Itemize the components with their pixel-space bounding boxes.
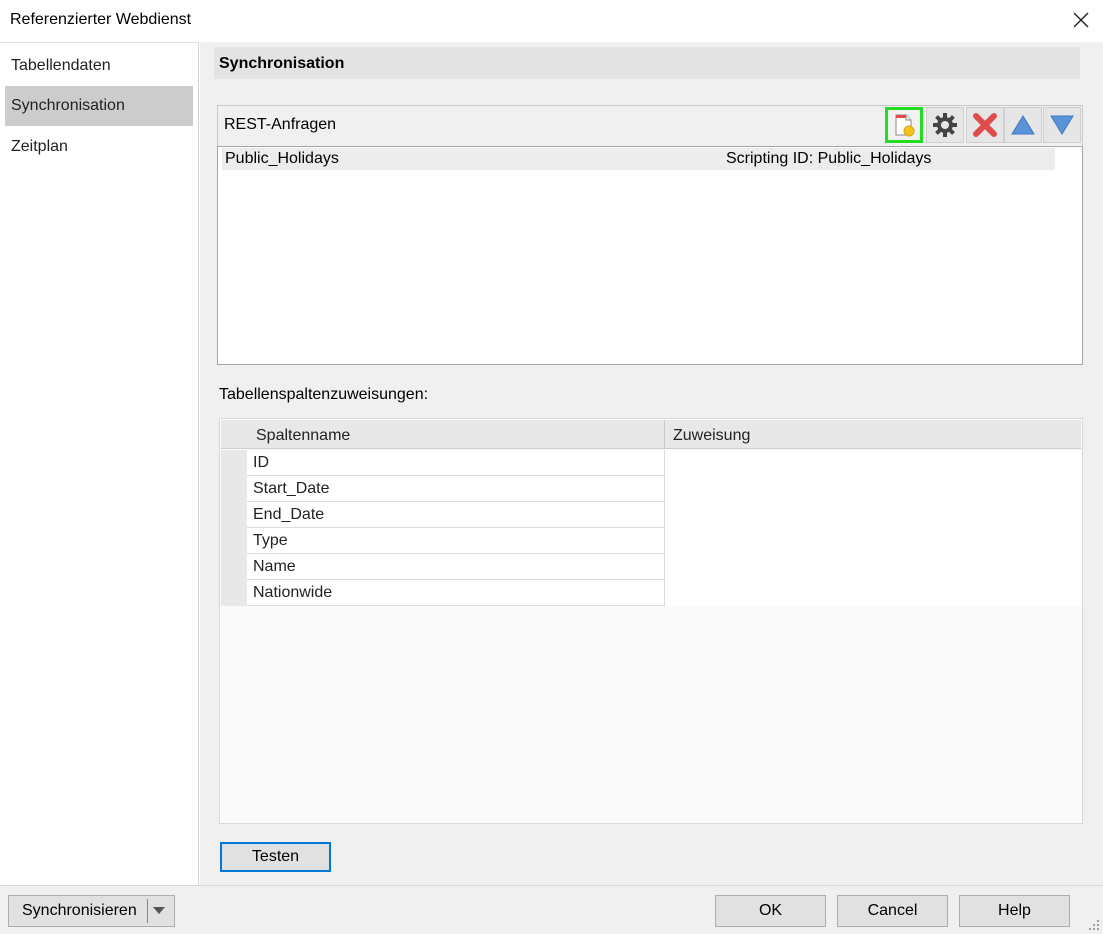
table-row[interactable]: Nationwide [247, 580, 665, 606]
move-down-button[interactable] [1043, 107, 1081, 143]
move-up-icon [1011, 115, 1035, 135]
gear-icon [933, 113, 957, 137]
ok-button[interactable]: OK [715, 895, 826, 927]
test-button[interactable]: Testen [220, 842, 331, 872]
add-request-button[interactable] [885, 107, 923, 143]
request-name: Public_Holidays [225, 150, 339, 167]
move-up-button[interactable] [1004, 107, 1042, 143]
help-button[interactable]: Help [959, 895, 1070, 927]
rest-request-list [217, 146, 1083, 365]
table-row[interactable]: Name [247, 554, 665, 580]
window-title: Referenzierter Webdienst [10, 11, 192, 28]
synchronize-label: Synchronisieren [22, 902, 137, 919]
table-row[interactable]: Start_Date [247, 476, 665, 502]
sidebar-item-tabellendaten[interactable]: Tabellendaten [5, 46, 193, 86]
sidebar-item-zeitplan[interactable]: Zeitplan [5, 127, 193, 167]
move-down-icon [1050, 115, 1074, 135]
table-row[interactable]: ID [247, 450, 665, 476]
column-header-spaltenname[interactable]: Spaltenname [256, 427, 350, 445]
close-icon [1073, 12, 1089, 28]
new-request-icon [895, 114, 915, 137]
settings-button[interactable] [926, 107, 964, 143]
column-header-zuweisung[interactable]: Zuweisung [673, 427, 750, 445]
request-scripting-id: Scripting ID: Public_Holidays [726, 150, 932, 167]
section-title: Synchronisation [214, 47, 1080, 79]
table-row[interactable]: Type [247, 528, 665, 554]
table-row[interactable]: End_Date [247, 502, 665, 528]
rest-requests-label: REST-Anfragen [224, 116, 337, 133]
close-button[interactable] [1064, 4, 1098, 36]
cancel-button[interactable]: Cancel [837, 895, 948, 927]
split-separator [147, 899, 148, 923]
delete-icon [973, 113, 997, 137]
chevron-down-icon[interactable] [153, 907, 165, 914]
mappings-label: Tabellenspaltenzuweisungen: [219, 386, 429, 403]
resize-grip-icon[interactable] [1086, 917, 1100, 931]
assignment-column[interactable] [665, 450, 1081, 606]
row-header-gutter [221, 450, 247, 606]
column-divider[interactable] [664, 420, 665, 449]
sidebar-item-synchronisation[interactable]: Synchronisation [5, 86, 193, 126]
sidebar: Tabellendaten Synchronisation Zeitplan [0, 42, 199, 885]
delete-request-button[interactable] [966, 107, 1004, 143]
